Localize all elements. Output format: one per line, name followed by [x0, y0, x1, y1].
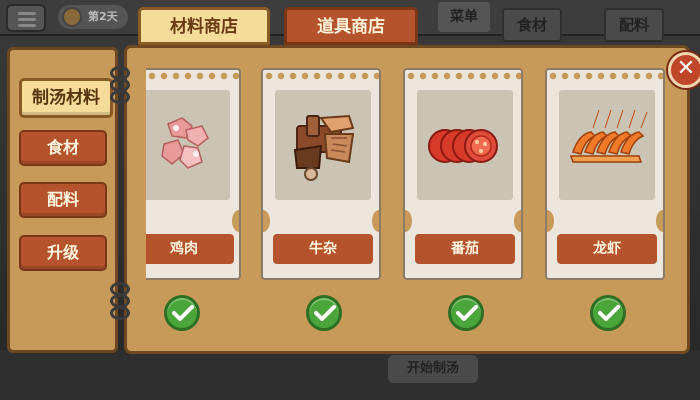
close-icon: ✕	[676, 56, 696, 81]
purchased-check-icon	[590, 295, 626, 331]
tab-material-shop[interactable]: 材料商店	[138, 7, 270, 45]
tab-item-shop[interactable]: 道具商店	[284, 7, 418, 45]
day-label: 第2天	[88, 10, 118, 23]
background-bottom	[0, 350, 700, 400]
product-card-tomato[interactable]: 番茄	[403, 68, 523, 280]
shrimp-icon	[559, 90, 655, 200]
product-name-beef-offal: 牛杂	[273, 234, 373, 264]
background-shelf-seasoning: 配料	[604, 8, 664, 42]
sidebar-item-upgrade[interactable]: 升级	[19, 235, 107, 271]
clock-icon	[62, 7, 82, 27]
product-name-tomato: 番茄	[415, 234, 515, 264]
product-card-lobster[interactable]: 龙虾	[545, 68, 665, 280]
background-menu-tag: 菜单	[438, 2, 490, 32]
sidebar-item-ingredients[interactable]: 食材	[19, 130, 107, 166]
day-indicator: 第2天	[58, 5, 128, 29]
purchased-check-icon	[164, 295, 200, 331]
background-shelf-ingredients: 食材	[502, 8, 562, 42]
purchased-check-icon	[306, 295, 342, 331]
sidebar-item-soup-materials[interactable]: 制汤材料	[19, 78, 113, 118]
product-card-beef-offal[interactable]: 牛杂	[261, 68, 381, 280]
sidebar-item-seasoning[interactable]: 配料	[19, 182, 107, 218]
beef-offal-icon	[275, 90, 371, 200]
chicken-meat-icon	[146, 90, 230, 200]
tomato-slices-icon	[417, 90, 513, 200]
product-name-chicken: 鸡肉	[146, 234, 234, 264]
product-name-lobster: 龙虾	[557, 234, 657, 264]
category-sidebar: 制汤材料 食材 配料 升级	[7, 47, 118, 353]
background-start-button: 开始制汤	[388, 355, 478, 383]
close-button[interactable]: ✕	[668, 52, 700, 88]
purchased-check-icon	[448, 295, 484, 331]
menu-icon	[6, 4, 46, 32]
product-card-chicken[interactable]: 鸡肉	[146, 68, 241, 280]
